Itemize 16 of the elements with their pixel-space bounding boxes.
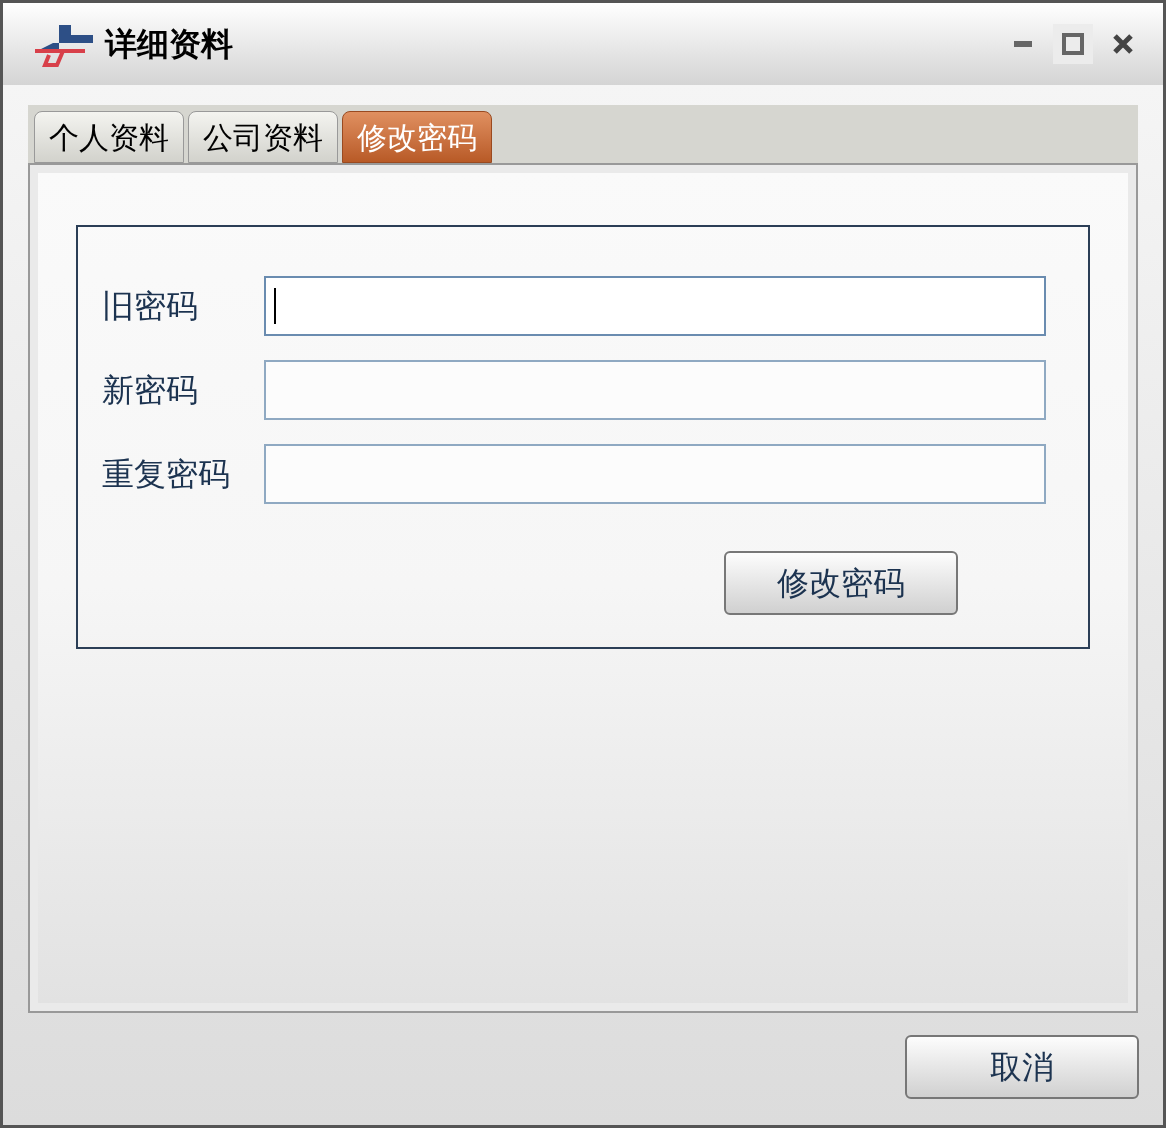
field-label: 旧密码 xyxy=(102,286,199,327)
password-field[interactable] xyxy=(264,276,1046,336)
password-field[interactable] xyxy=(264,444,1046,504)
text-cursor xyxy=(274,288,276,324)
field-label: 新密码 xyxy=(102,370,199,411)
close-icon xyxy=(1112,33,1134,55)
cancel-button[interactable]: 取消 xyxy=(905,1035,1139,1099)
field-label: 重复密码 xyxy=(102,454,231,495)
maximize-icon xyxy=(1062,33,1084,55)
change-password-button[interactable]: 修改密码 xyxy=(724,551,958,615)
tab[interactable]: 公司资料 xyxy=(188,111,338,163)
password-field[interactable] xyxy=(264,360,1046,420)
maximize-button[interactable] xyxy=(1053,24,1093,64)
tab[interactable]: 个人资料 xyxy=(34,111,184,163)
window-title: 详细资料 xyxy=(105,24,233,65)
minimize-icon xyxy=(1014,41,1032,47)
